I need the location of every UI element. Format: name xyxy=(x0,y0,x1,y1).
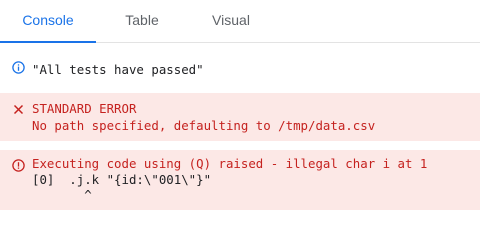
info-message: "All tests have passed" xyxy=(0,58,480,84)
tab-visual[interactable]: Visual xyxy=(188,0,274,43)
info-message-text: "All tests have passed" xyxy=(32,62,204,77)
info-icon xyxy=(12,61,25,74)
close-icon xyxy=(13,104,24,115)
active-tab-indicator xyxy=(0,41,96,43)
execution-error-caret: ^ xyxy=(32,187,92,202)
standard-error-title: STANDARD ERROR xyxy=(32,101,137,116)
execution-error-code: [0] .j.k "{id:\"001\"}" xyxy=(32,172,212,187)
execution-error-message: Executing code using (Q) raised - illega… xyxy=(0,150,480,210)
execution-error-title: Executing code using (Q) raised - illega… xyxy=(32,156,428,171)
tab-console[interactable]: Console xyxy=(0,0,96,43)
standard-error-detail: No path specified, defaulting to /tmp/da… xyxy=(32,118,376,133)
tab-bar: Console Table Visual xyxy=(0,0,480,43)
error-icon xyxy=(12,159,25,172)
tab-table[interactable]: Table xyxy=(96,0,188,43)
standard-error-message: STANDARD ERROR No path specified, defaul… xyxy=(0,93,480,141)
